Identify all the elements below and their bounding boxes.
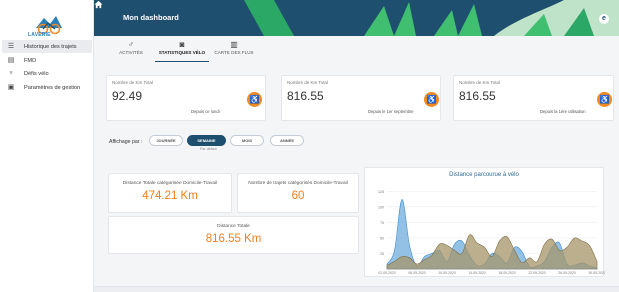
chart-icon: ◙ [179, 40, 185, 49]
tab-label: CARTE DES FLUX [214, 50, 254, 55]
kpi-title: Distance Totale [217, 224, 250, 229]
top-bar: Mon dashboard e [94, 0, 619, 36]
stat-card-week: Nombre de Km Total 92.49 Depuis ce lundi… [106, 75, 266, 121]
bike-icon: ♿ [247, 92, 262, 107]
default-note: Par défaut [200, 147, 217, 151]
stat-title: Nombre de Km Total [287, 80, 328, 85]
kpi-trips-domicile-travail: Nombre de trajets catégorisés Domicile-T… [237, 173, 359, 213]
stat-value: 816.55 [459, 89, 496, 103]
trophy-icon: ♆ [8, 69, 14, 77]
stat-title: Nombre de Km Total [459, 80, 500, 85]
y-tick-label: 25 [380, 252, 384, 256]
sidebar-item-label: Paramètres de gestion [24, 84, 81, 91]
y-tick-label: 75 [380, 221, 384, 225]
sidebar-item-label: Historique des trajets [24, 43, 77, 50]
kpi-distance-total: Distance Totale 816.55 Km [108, 216, 359, 254]
stat-card-first-use: Nombre de Km Total 816.55 Depuis la 1ère… [453, 75, 614, 121]
sidebar-item-label: Défis vélo [24, 70, 49, 77]
kpi-value: 60 [291, 190, 305, 202]
tab-statistiques[interactable]: ◙ STATISTIQUES VÉLO [155, 40, 209, 62]
x-tick-label: 26-09-2020 [558, 271, 575, 275]
sidebar-item-defis[interactable]: ♆ Défis vélo [2, 67, 92, 80]
filter-journee[interactable]: JOURNÉE [149, 135, 183, 146]
stat-value: 92.49 [112, 89, 143, 103]
sidebar-item-parametres[interactable]: ▣ Paramètres de gestion [2, 81, 92, 94]
stat-subtitle: Depuis la 1ère utilisation [540, 109, 586, 114]
filter-semaine[interactable]: SEMAINE [187, 135, 226, 146]
bike-icon: ♿ [597, 92, 612, 107]
bike-icon: ♂ [128, 40, 134, 49]
chart-svg: 25 50 75 100 125 02-09-2020 06-09-2020 10-09-20… [378, 190, 605, 275]
map-icon: ▥ [230, 40, 238, 49]
x-tick-label: 02-09-2020 [378, 271, 395, 275]
filter-mois[interactable]: MOIS [230, 135, 264, 146]
stat-title: Nombre de Km Total [112, 80, 153, 85]
x-tick-label: 30-09-2020 [588, 271, 605, 275]
y-tick-label: 50 [380, 236, 384, 240]
x-tick-label: 06-09-2020 [408, 271, 425, 275]
sidebar-item-historique[interactable]: ☰ Historique des trajets [2, 40, 92, 53]
document-icon: ▤ [7, 56, 15, 64]
settings-icon: ▣ [7, 83, 15, 91]
kpi-value: 816.55 Km [205, 233, 262, 245]
y-tick-label: 125 [378, 190, 384, 194]
x-tick-label: 10-09-2020 [438, 271, 455, 275]
series-area-2 [386, 234, 598, 270]
stat-subtitle: Depuis le 1er septembre [368, 109, 414, 114]
footer-strip [94, 286, 619, 292]
distance-chart: Distance parcourue à vélo 25 50 75 100 125 02… [364, 167, 605, 277]
kpi-title: Nombre de trajets catégorisés Domicile-T… [248, 181, 348, 186]
bike-icon: ♿ [424, 92, 439, 107]
sidebar-item-fmd[interactable]: ▤ FMD [2, 54, 92, 67]
tab-bar: ♂ ACTIVITÉS ◙ STATISTIQUES VÉLO ▥ CARTE … [94, 36, 619, 62]
x-tick-label: 22-09-2020 [528, 271, 545, 275]
page-title: Mon dashboard [123, 13, 179, 22]
user-avatar[interactable]: e [599, 14, 609, 24]
filter-annee[interactable]: ANNÉE [270, 135, 304, 146]
tab-carte[interactable]: ▥ CARTE DES FLUX [214, 40, 254, 62]
sidebar: LAVERIE ☰ Historique des trajets ▤ FMD ♆… [0, 0, 94, 292]
tab-activites[interactable]: ♂ ACTIVITÉS [114, 40, 148, 62]
home-icon[interactable] [94, 0, 103, 9]
stat-card-september: Nombre de Km Total 816.55 Depuis le 1er … [281, 75, 441, 121]
display-by-label: Affichage par : [109, 139, 143, 145]
x-tick-label: 14-09-2020 [468, 271, 485, 275]
stat-value: 816.55 [287, 89, 324, 103]
logo-text: LAVERIE [28, 32, 51, 38]
list-icon: ☰ [7, 42, 15, 50]
kpi-value: 474.21 Km [142, 190, 198, 202]
kpi-title: Distance Totale catégorisée Domicile-Tra… [122, 181, 218, 186]
tab-label: ACTIVITÉS [119, 50, 143, 55]
y-tick-label: 100 [378, 205, 384, 209]
sidebar-item-label: FMD [24, 57, 37, 64]
x-tick-label: 18-09-2020 [498, 271, 515, 275]
tab-label: STATISTIQUES VÉLO [158, 50, 206, 55]
stat-subtitle: Depuis ce lundi [191, 109, 220, 114]
kpi-distance-domicile-travail: Distance Totale catégorisée Domicile-Tra… [108, 173, 232, 213]
